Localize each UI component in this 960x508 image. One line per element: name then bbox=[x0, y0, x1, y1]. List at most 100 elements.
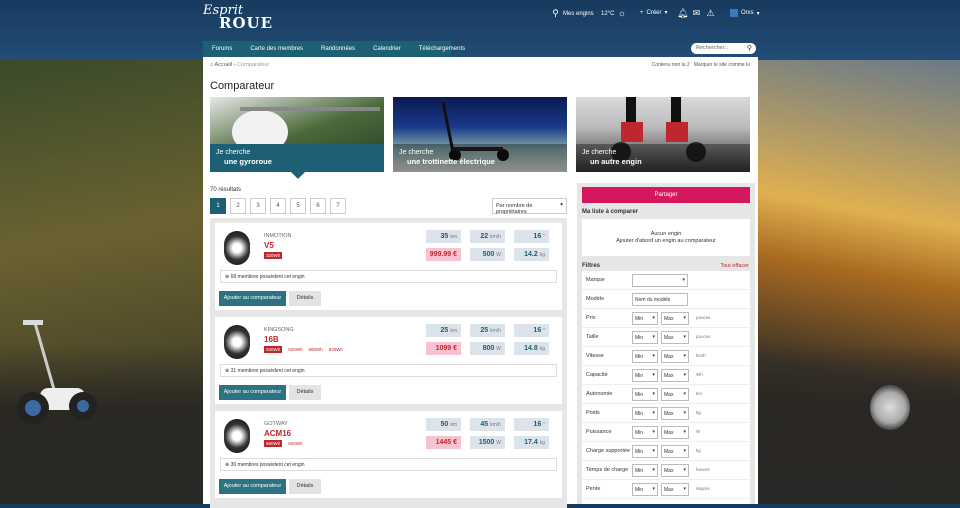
filter-max[interactable]: Max ▾ bbox=[661, 483, 689, 496]
user-menu[interactable]: Orxs ▾ bbox=[730, 9, 760, 17]
filter-label: Autonomie bbox=[586, 391, 613, 397]
filter-min[interactable]: Min ▾ bbox=[632, 388, 658, 401]
alerts-button[interactable]: ⚠ bbox=[706, 9, 715, 18]
max-label: Max bbox=[664, 487, 674, 493]
filter-select[interactable]: ▾ bbox=[632, 274, 688, 287]
chevron-down-icon: ▾ bbox=[683, 372, 686, 378]
page-button[interactable]: 6 bbox=[310, 198, 326, 214]
stat-unit: km/h bbox=[490, 328, 501, 334]
page-button[interactable]: 5 bbox=[290, 198, 306, 214]
stat-price: 999.99 € bbox=[426, 248, 461, 261]
mark-read-link[interactable]: Marquer le site comme lu bbox=[694, 62, 750, 68]
add-to-compare-button[interactable]: Ajouter au comparateur bbox=[219, 479, 286, 494]
filter-max[interactable]: Max ▾ bbox=[661, 350, 689, 363]
breadcrumb-actions: Contenu non lu 2 Marquer le site comme l… bbox=[652, 62, 750, 68]
filter-min[interactable]: Min ▾ bbox=[632, 483, 658, 496]
add-to-compare-button[interactable]: Ajouter au comparateur bbox=[219, 291, 286, 306]
chevron-down-icon: ▾ bbox=[683, 353, 686, 359]
details-button[interactable]: Détails bbox=[289, 479, 321, 494]
product-image[interactable] bbox=[224, 325, 250, 359]
filter-min[interactable]: Min ▾ bbox=[632, 331, 658, 344]
min-label: Min bbox=[635, 335, 644, 341]
filter-min[interactable]: Min ▾ bbox=[632, 426, 658, 439]
mes-engins-label: Mes engins bbox=[563, 10, 594, 17]
hero-trottinette[interactable]: Je cherche une trottinette électrique bbox=[393, 97, 567, 172]
mes-engins-link[interactable]: ⚲ Mes engins bbox=[551, 9, 594, 18]
chevron-down-icon: ▾ bbox=[652, 372, 655, 378]
filter-min[interactable]: Min ▾ bbox=[632, 312, 658, 325]
share-button[interactable]: Partager bbox=[582, 187, 750, 203]
filter-min[interactable]: Min ▾ bbox=[632, 350, 658, 363]
page-button[interactable]: 7 bbox=[330, 198, 346, 214]
hero-autre[interactable]: Je cherche un autre engin bbox=[576, 97, 750, 172]
owners-row[interactable]: ⊕ 31 membres possèdent cet engin bbox=[220, 364, 557, 377]
filter-max[interactable]: Max ▾ bbox=[661, 407, 689, 420]
details-button[interactable]: Détails bbox=[289, 291, 321, 306]
battery-option[interactable]: 840Wh bbox=[329, 347, 343, 352]
stat-range: 22 km/h bbox=[470, 230, 505, 243]
breadcrumb-home[interactable]: Accueil bbox=[215, 62, 233, 68]
filter-max[interactable]: Max ▾ bbox=[661, 312, 689, 325]
filter-unit: pouces bbox=[696, 334, 711, 339]
create-label: Créer bbox=[646, 9, 662, 16]
clear-filters-link[interactable]: Tout effacer bbox=[720, 263, 749, 269]
product-image[interactable] bbox=[224, 231, 250, 265]
max-label: Max bbox=[664, 316, 674, 322]
site-logo[interactable]: Esprit ROUE bbox=[203, 4, 273, 31]
product-model[interactable]: 16B bbox=[264, 335, 279, 344]
owners-row[interactable]: ⊕ 68 membres possèdent cet engin bbox=[220, 270, 557, 283]
filter-max[interactable]: Max ▾ bbox=[661, 369, 689, 382]
filter-min[interactable]: Min ▾ bbox=[632, 407, 658, 420]
filter-min[interactable]: Min ▾ bbox=[632, 445, 658, 458]
product-model[interactable]: V5 bbox=[264, 241, 274, 250]
battery-option[interactable]: 820Wh bbox=[288, 441, 302, 446]
page-button[interactable]: 1 bbox=[210, 198, 226, 214]
filter-label: Pente bbox=[586, 486, 601, 492]
stat-value: 16 bbox=[533, 327, 542, 334]
chevron-down-icon: ▾ bbox=[683, 391, 686, 397]
filter-max[interactable]: Max ▾ bbox=[661, 464, 689, 477]
nav-item-2[interactable]: Randonnées bbox=[312, 41, 364, 57]
filter-label: Puissance bbox=[586, 429, 612, 435]
filter-text-input[interactable]: Nom du modèle bbox=[632, 293, 688, 306]
filter-unit: km bbox=[696, 391, 702, 396]
owners-row[interactable]: ⊕ 30 membres possèdent cet engin bbox=[220, 458, 557, 471]
stat-speed: 25 km bbox=[426, 324, 461, 337]
page-button[interactable]: 4 bbox=[270, 198, 286, 214]
battery-option[interactable]: 520Wh bbox=[288, 347, 302, 352]
unread-link[interactable]: Contenu non lu 2 bbox=[652, 62, 690, 68]
search-input[interactable]: Rechercher... ⚲ bbox=[691, 43, 756, 54]
chevron-down-icon: ▾ bbox=[683, 334, 686, 340]
filter-max[interactable]: Max ▾ bbox=[661, 388, 689, 401]
notifications-button[interactable]: 🔔︎ bbox=[677, 8, 689, 18]
nav-item-3[interactable]: Calendrier bbox=[364, 41, 410, 57]
filter-min[interactable]: Min ▾ bbox=[632, 464, 658, 477]
filter-max[interactable]: Max ▾ bbox=[661, 445, 689, 458]
page-button[interactable]: 3 bbox=[250, 198, 266, 214]
hero-caption: Je cherche une trottinette électrique bbox=[393, 144, 567, 172]
product-model[interactable]: ACM16 bbox=[264, 429, 291, 438]
page-button[interactable]: 2 bbox=[230, 198, 246, 214]
nav-item-1[interactable]: Carte des membres bbox=[241, 41, 312, 57]
battery-option[interactable]: 320Wh bbox=[264, 252, 283, 259]
filter-min[interactable]: Min ▾ bbox=[632, 369, 658, 382]
battery-option[interactable]: 680Wh bbox=[264, 440, 283, 447]
battery-option[interactable]: 680Wh bbox=[309, 347, 323, 352]
stat-unit: km/h bbox=[490, 422, 501, 428]
nav-item-4[interactable]: Téléchargements bbox=[410, 41, 474, 57]
sort-select[interactable]: Par nombre de propriétaires ▾ bbox=[492, 198, 567, 215]
product-image[interactable] bbox=[224, 419, 250, 453]
battery-option[interactable]: 340Wh bbox=[264, 346, 283, 353]
nav-item-0[interactable]: Forums bbox=[203, 41, 241, 57]
search-icon[interactable]: ⚲ bbox=[747, 44, 752, 52]
messages-button[interactable]: ✉ bbox=[692, 9, 701, 18]
breadcrumb-current: Comparateur bbox=[237, 62, 270, 68]
filter-max[interactable]: Max ▾ bbox=[661, 426, 689, 439]
filter-max[interactable]: Max ▾ bbox=[661, 331, 689, 344]
details-button[interactable]: Détails bbox=[289, 385, 321, 400]
stat-height: 16 " bbox=[514, 230, 549, 243]
add-to-compare-button[interactable]: Ajouter au comparateur bbox=[219, 385, 286, 400]
create-menu[interactable]: + Créer ▾ bbox=[640, 9, 668, 17]
bell-icon: 🔔︎ bbox=[677, 8, 689, 18]
hero-gyroroue[interactable]: Je cherche une gyroroue bbox=[210, 97, 384, 172]
